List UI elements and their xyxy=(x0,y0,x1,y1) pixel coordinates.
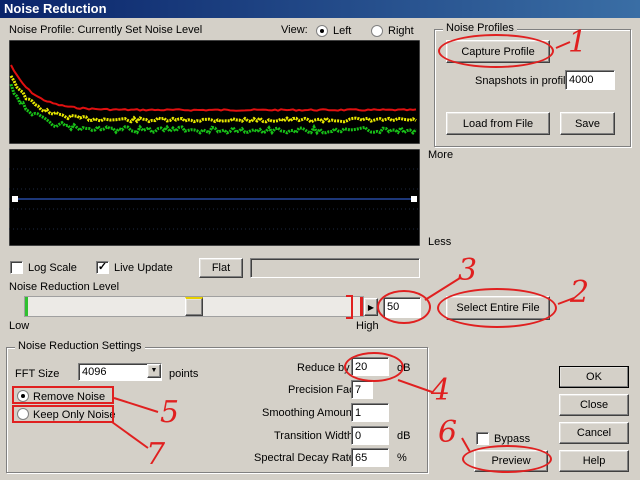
curve-handle-left[interactable] xyxy=(12,196,18,202)
slider-right-arrow[interactable]: ▶ xyxy=(364,298,378,316)
transition-width-unit: dB xyxy=(397,430,411,442)
log-scale-label: Log Scale xyxy=(28,262,77,274)
status-field xyxy=(250,258,420,278)
bypass-label: Bypass xyxy=(494,433,531,445)
graph-more-label: More xyxy=(428,149,454,161)
noise-profile-graph xyxy=(9,40,420,144)
live-update-checkbox[interactable]: ✓ xyxy=(96,261,109,274)
flat-button[interactable]: Flat xyxy=(199,258,243,278)
annotation-circle-level-value xyxy=(377,290,431,324)
fft-size-select[interactable]: 4096 ▼ xyxy=(78,363,162,381)
annotation-circle-reduce-by xyxy=(344,352,404,382)
snapshots-input[interactable]: 4000 xyxy=(565,70,615,90)
annotation-circle-preview xyxy=(462,445,552,473)
title-bar: Noise Reduction xyxy=(0,0,640,18)
slider-low-mark xyxy=(25,297,28,316)
close-button[interactable]: Close xyxy=(559,394,629,416)
annotation-number-1: 1 xyxy=(568,25,588,60)
transition-width-label: Transition Width xyxy=(274,430,354,442)
smoothing-amount-label: Smoothing Amount xyxy=(262,407,355,419)
view-right-radio[interactable] xyxy=(371,25,383,37)
annotation-number-6: 6 xyxy=(438,415,458,450)
annotation-number-4: 4 xyxy=(431,373,451,408)
smoothing-amount-input[interactable]: 1 xyxy=(351,403,389,422)
noise-profile-label: Noise Profile: Currently Set Noise Level xyxy=(9,24,203,36)
annotation-number-3: 3 xyxy=(458,253,478,288)
spectral-decay-unit: % xyxy=(397,452,407,464)
slider-thumb[interactable] xyxy=(185,297,203,316)
spectral-decay-label: Spectral Decay Rate xyxy=(254,452,355,464)
fft-unit-label: points xyxy=(169,368,199,380)
reduction-graph[interactable] xyxy=(9,149,420,246)
view-right-label: Right xyxy=(388,25,414,37)
slider-high-mark xyxy=(360,297,363,316)
log-scale-checkbox[interactable] xyxy=(10,261,23,274)
graph-less-label: Less xyxy=(428,236,452,248)
view-left-radio[interactable] xyxy=(316,25,328,37)
annotation-circle-capture xyxy=(438,34,554,68)
help-button[interactable]: Help xyxy=(559,450,629,472)
transition-width-input[interactable]: 0 xyxy=(351,426,389,445)
spectral-decay-input[interactable]: 65 xyxy=(351,448,389,467)
fft-size-value: 4096 xyxy=(82,366,107,378)
annotation-line-6 xyxy=(461,437,471,453)
annotation-number-5: 5 xyxy=(160,395,180,430)
live-update-label: Live Update xyxy=(114,262,173,274)
chevron-down-icon[interactable]: ▼ xyxy=(147,364,161,378)
reduction-level-slider[interactable] xyxy=(24,296,364,317)
load-from-file-button[interactable]: Load from File xyxy=(446,112,550,135)
snapshots-label: Snapshots in profile xyxy=(475,75,572,87)
cancel-button[interactable]: Cancel xyxy=(559,422,629,444)
annotation-number-2: 2 xyxy=(570,275,590,310)
reduce-by-label: Reduce by xyxy=(297,362,350,374)
annotation-number-7: 7 xyxy=(146,437,166,472)
view-left-label: Left xyxy=(333,25,352,37)
annotation-box-remove-noise xyxy=(12,386,114,404)
slider-high-label: High xyxy=(356,320,379,332)
fft-size-label: FFT Size xyxy=(15,368,60,380)
save-button[interactable]: Save xyxy=(560,112,615,135)
view-label: View: xyxy=(281,24,308,36)
settings-group-label: Noise Reduction Settings xyxy=(15,340,145,352)
annotation-box-keep-noise xyxy=(12,405,114,423)
precision-factor-input[interactable]: 7 xyxy=(351,380,373,399)
curve-handle-right[interactable] xyxy=(411,196,417,202)
bypass-checkbox[interactable] xyxy=(476,432,489,445)
ok-button[interactable]: OK xyxy=(559,366,629,388)
annotation-circle-select-entire xyxy=(437,288,557,328)
slider-low-label: Low xyxy=(9,320,30,332)
reduction-level-label: Noise Reduction Level xyxy=(9,281,120,293)
noise-profiles-group-label: Noise Profiles xyxy=(443,22,517,34)
window-title: Noise Reduction xyxy=(4,1,107,16)
